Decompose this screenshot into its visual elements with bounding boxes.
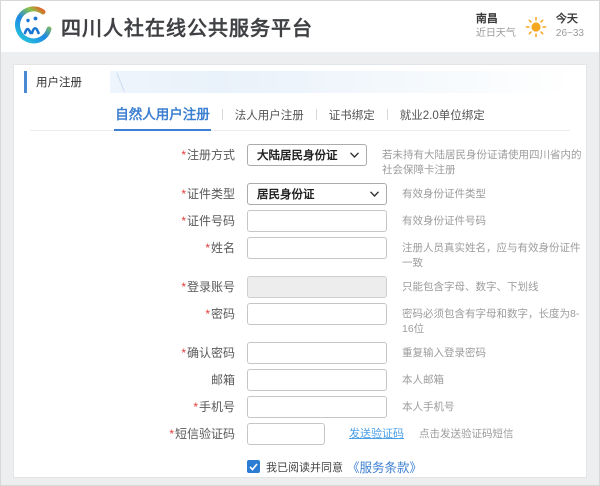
field-hint: 有效身份证件类型 [402,183,486,202]
sun-icon [525,16,547,38]
required-marker: * [205,241,210,255]
sms-code-label: *短信验证码 [14,423,247,445]
id-type-select[interactable]: 居民身份证 [247,183,387,205]
breadcrumb-tab-edge [116,73,124,92]
main-panel: 用户注册 自然人用户注册 法人用户注册 证书绑定 就业2.0单位绑定 *注册方式… [13,64,587,478]
weather-city-sub: 近日天气 [476,28,516,41]
terms-of-service-link[interactable]: 《服务条款》 [347,457,422,476]
weather-temp: 26~33 [556,28,584,41]
password-label: *密码 [14,303,247,325]
form-row: *确认密码 重复输入登录密码 [14,342,586,364]
checkmark-icon [249,463,258,471]
select-value: 大陆居民身份证 [257,147,338,163]
field-hint: 若未持有大陆居民身份证请使用四川省内的社会保障卡注册 [382,144,586,178]
id-number-label: *证件号码 [14,210,247,232]
required-marker: * [205,307,210,321]
form-row: *短信验证码 发送验证码 点击发送验证码短信 [14,423,586,445]
send-code-link[interactable]: 发送验证码 [349,423,404,445]
register-method-label: *注册方式 [14,144,247,166]
tab-separator [222,109,223,120]
select-value: 居民身份证 [257,186,315,202]
name-label: *姓名 [14,237,247,259]
required-marker: * [181,346,186,360]
weather-day: 今天 [556,13,584,27]
weather-widget: 南昌 近日天气 今天 26~33 [476,13,584,40]
weather-city: 南昌 [476,13,516,27]
breadcrumb: 用户注册 [24,71,110,93]
required-marker: * [181,148,186,162]
required-marker: * [181,187,186,201]
field-hint: 本人邮箱 [402,369,444,388]
phone-input[interactable] [247,396,387,418]
name-input[interactable] [247,237,387,259]
form-row: *登录账号 只能包含字母、数字、下划线 [14,276,586,298]
email-field[interactable] [247,369,387,391]
sms-code-input[interactable] [247,423,325,445]
agreement-text: 我已阅读并同意 [266,459,343,475]
phone-label: *手机号 [14,396,247,418]
field-hint: 注册人员真实姓名，应与有效身份证件一致 [402,237,586,271]
agree-checkbox[interactable] [247,460,260,473]
weather-today-block: 今天 26~33 [556,13,584,40]
tab-employment-unit-binding[interactable]: 就业2.0单位绑定 [399,103,486,130]
form-row: *手机号 本人手机号 [14,396,586,418]
field-hint: 密码必须包含有字母和数字，长度为8-16位 [402,303,586,337]
form-row: *证件类型 居民身份证 有效身份证件类型 [14,183,586,205]
page-title: 四川人社在线公共服务平台 [61,12,313,41]
form-row: 邮箱 本人邮箱 [14,369,586,391]
registration-page: 四川人社在线公共服务平台 南昌 近日天气 今天 [0,0,600,486]
tab-legal-person-register[interactable]: 法人用户注册 [234,103,305,130]
id-type-label: *证件类型 [14,183,247,205]
form-row: *注册方式 大陆居民身份证 若未持有大陆居民身份证请使用四川省内的社会保障卡注册 [14,144,586,178]
tab-certificate-binding[interactable]: 证书绑定 [328,103,376,130]
confirm-password-label: *确认密码 [14,342,247,364]
password-input[interactable] [247,303,387,325]
login-account-label: *登录账号 [14,276,247,298]
email-label: 邮箱 [14,369,247,391]
site-logo-icon [11,6,53,48]
register-tabs: 自然人用户注册 法人用户注册 证书绑定 就业2.0单位绑定 [30,99,570,131]
field-hint: 只能包含字母、数字、下划线 [402,276,539,295]
tab-natural-person-register[interactable]: 自然人用户注册 [114,99,211,131]
required-marker: * [181,214,186,228]
agreement-row: 我已阅读并同意 《服务条款》 [247,457,586,476]
field-hint: 重复输入登录密码 [402,342,486,361]
field-hint: 点击发送验证码短信 [419,423,514,442]
field-hint: 本人手机号 [402,396,455,415]
registration-form: *注册方式 大陆居民身份证 若未持有大陆居民身份证请使用四川省内的社会保障卡注册… [14,144,586,486]
required-marker: * [181,280,186,294]
login-account-input [247,276,387,298]
form-row: *密码 密码必须包含有字母和数字，长度为8-16位 [14,303,586,337]
chevron-down-icon [370,191,379,197]
site-header: 四川人社在线公共服务平台 南昌 近日天气 今天 [1,1,599,52]
register-method-select[interactable]: 大陆居民身份证 [247,144,367,166]
breadcrumb-bar: 用户注册 [24,71,576,93]
tab-separator [387,109,388,120]
chevron-down-icon [350,152,359,158]
weather-city-block: 南昌 近日天气 [476,13,516,40]
form-row: *证件号码 有效身份证件号码 [14,210,586,232]
form-row: *姓名 注册人员真实姓名，应与有效身份证件一致 [14,237,586,271]
id-number-input[interactable] [247,210,387,232]
confirm-password-input[interactable] [247,342,387,364]
tab-separator [316,109,317,120]
required-marker: * [169,427,174,441]
field-hint: 有效身份证件号码 [402,210,486,229]
required-marker: * [193,400,198,414]
